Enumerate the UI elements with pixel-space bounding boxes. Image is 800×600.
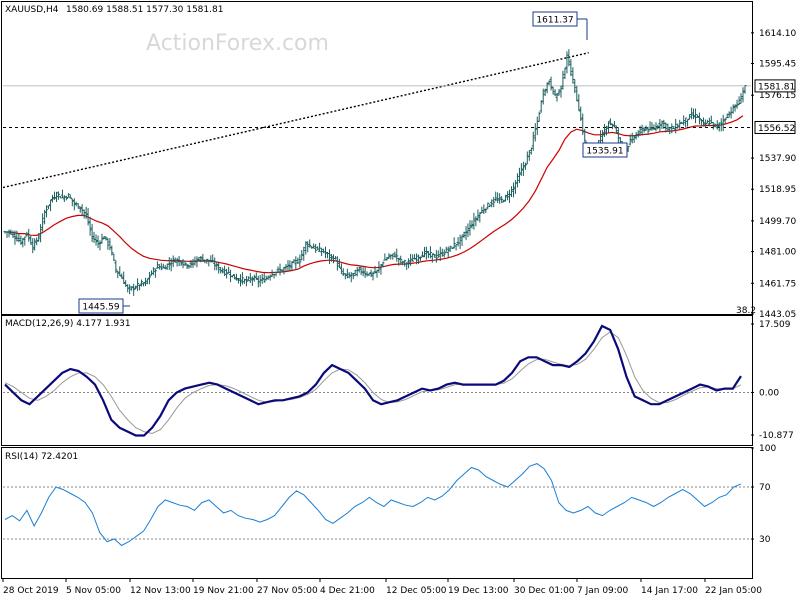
rsi-panel [1, 447, 753, 579]
chart-canvas: ActionForex.com 1611.371535.911445.59 38.… [1, 1, 796, 596]
macd-title: MACD(12,26,9) 4.177 1.931 [5, 319, 131, 329]
trendline-dotted [2, 52, 589, 189]
macd-tick-label: 0.00 [759, 388, 779, 398]
rsi-line [4, 463, 742, 547]
rsi-tick-label: 30 [759, 535, 771, 545]
trendline-path [2, 52, 589, 189]
price-tick-label: 1481.00 [759, 248, 796, 258]
annotation-low-jan: 1535.91 [586, 147, 623, 157]
time-tick-label: 4 Dec 21:00 [320, 586, 375, 596]
macd-tick-label: 17.509 [759, 320, 791, 330]
macd-panel [1, 315, 753, 446]
time-tick-label: 19 Nov 21:00 [193, 586, 254, 596]
time-tick-label: 19 Dec 13:00 [448, 586, 509, 596]
rsi-axis: 100 70 30 [751, 444, 776, 545]
rsi-tick-label: 100 [759, 444, 776, 454]
macd-main-line [4, 324, 742, 437]
rsi-levels [3, 486, 751, 540]
annotation-high: 1611.37 [536, 16, 573, 26]
rsi-tick-label: 70 [759, 483, 771, 493]
rsi-title: RSI(14) 72.4201 [5, 452, 78, 462]
macd-tick-label: -10.877 [759, 431, 794, 441]
annotation-low-nov: 1445.59 [82, 303, 119, 313]
price-tick-label: 1614.10 [759, 29, 796, 39]
watermark: ActionForex.com [146, 31, 329, 56]
macd-axis: 17.509 0.00 -10.877 [751, 320, 794, 441]
time-tick-label: 5 Nov 05:00 [66, 586, 121, 596]
price-tick-label: 1443.05 [759, 310, 796, 320]
price-tick-label: 1461.75 [759, 279, 796, 289]
price-tick-label: 1537.90 [759, 154, 796, 164]
rsi-path [4, 463, 742, 547]
time-tick-label: 28 Oct 2019 [3, 586, 59, 596]
ohlc-label: 1580.69 1588.51 1577.30 1581.81 [66, 5, 223, 15]
level-price-label: 1556.52 [758, 124, 795, 134]
time-axis: 28 Oct 2019 5 Nov 05:00 12 Nov 13:00 19 Nov… [2, 578, 762, 596]
price-tick-label: 1576.15 [759, 91, 796, 101]
price-annotations: 1611.371535.911445.59 38.2 [78, 11, 756, 316]
time-tick-label: 7 Jan 09:00 [577, 586, 629, 596]
price-axis: 1614.10 1595.45 1576.15 1537.90 1518.95 1499.… [751, 29, 796, 320]
price-tick-label: 1499.70 [759, 217, 796, 227]
time-tick-label: 27 Nov 05:00 [257, 586, 318, 596]
time-tick-label: 12 Nov 13:00 [130, 586, 191, 596]
macd-lines [4, 324, 742, 437]
price-tick-label: 1518.95 [759, 185, 796, 195]
level-dashed-line [3, 85, 751, 128]
time-tick-label: 14 Jan 17:00 [641, 586, 698, 596]
symbol-label: XAUUSD,H4 [5, 5, 59, 15]
current-price-label: 1581.81 [758, 82, 795, 92]
time-tick-label: 30 Dec 01:00 [514, 586, 575, 596]
time-tick-label: 22 Jan 05:00 [705, 586, 762, 596]
macd-signal-line [4, 331, 742, 435]
price-tick-label: 1595.45 [759, 59, 796, 69]
time-tick-label: 12 Dec 05:00 [386, 586, 447, 596]
